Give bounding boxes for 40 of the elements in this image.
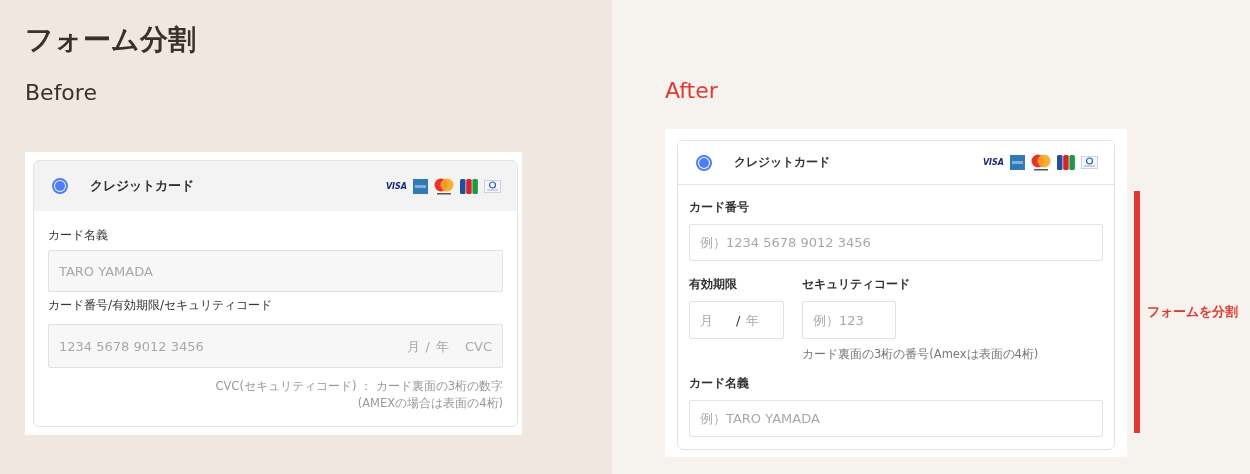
radio-button[interactable] [696, 154, 712, 171]
section-heading: Before [25, 79, 98, 107]
payment-method-title: クレジットカード [734, 154, 830, 171]
month-input[interactable]: 月 [403, 338, 420, 354]
jcb-card-icon [460, 178, 478, 194]
hint-text: カード裏面の3桁の番号(Amexは表面の4桁) [802, 347, 1039, 362]
separator-text: / [736, 312, 741, 328]
note-text: (AMEXの場合は表面の4桁) [356, 395, 503, 412]
amex-card-icon [413, 178, 428, 194]
security-code-field[interactable]: 例）123 [802, 301, 896, 339]
card-number-field[interactable]: 例）1234 5678 9012 3456 [689, 224, 1103, 261]
visa-logo: VISA [982, 158, 1004, 167]
field-label: カード番号/有効期限/セキュリティコード [48, 297, 274, 314]
diners-card-icon [1081, 156, 1098, 169]
name-input-field[interactable]: TARO YAMADA [48, 250, 503, 292]
year-input[interactable]: 年 [746, 312, 777, 328]
diners-card-icon [484, 179, 501, 193]
section-heading: After [665, 77, 719, 105]
jcb-card-icon [1057, 155, 1075, 170]
separator-text: / [425, 338, 430, 354]
radio-button[interactable] [52, 178, 68, 194]
page-title: フォーム分割 [25, 22, 197, 58]
field-label: 有効期限 [689, 276, 738, 293]
month-input[interactable]: 月 [700, 312, 730, 328]
field-label: カード名義 [48, 227, 109, 244]
annotation-text: フォームを分割 [1147, 303, 1238, 321]
mastercard-icon [434, 177, 454, 195]
cvc-input[interactable]: CVC [458, 338, 492, 354]
field-label: セキュリティコード [802, 276, 911, 293]
field-label: カード番号 [689, 199, 750, 216]
year-input[interactable]: 年 [436, 338, 452, 354]
note-text: CVC(セキュリティコード) ： カード裏面の3桁の数字 [214, 378, 503, 395]
card-number-input[interactable]: 1234 5678 9012 3456 [59, 338, 398, 354]
amex-card-icon [1010, 155, 1025, 170]
mastercard-icon [1031, 154, 1051, 171]
visa-logo: VISA [385, 181, 407, 191]
name-input-field[interactable]: 例）TARO YAMADA [689, 400, 1103, 437]
expiry-field[interactable]: 月 / 年 [689, 301, 784, 339]
payment-method-title: クレジットカード [90, 177, 194, 195]
field-label: カード名義 [689, 375, 750, 392]
